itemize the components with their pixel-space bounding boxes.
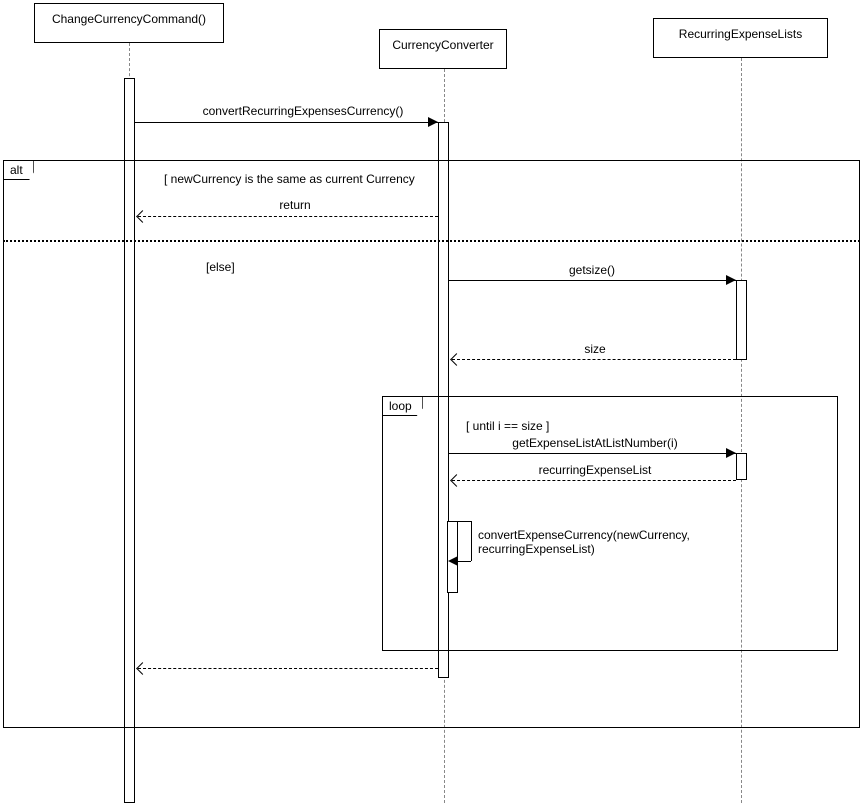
alt-guard-1: [ newCurrency is the same as current Cur… bbox=[164, 172, 415, 186]
msg-line-6 bbox=[452, 480, 736, 481]
participant-label: ChangeCurrencyCommand() bbox=[52, 12, 206, 26]
alt-guard-2: [else] bbox=[206, 260, 235, 274]
arrow-3 bbox=[726, 275, 736, 285]
participant-recurring-expense-lists: RecurringExpenseLists bbox=[653, 18, 828, 58]
self-line-top bbox=[449, 521, 471, 522]
msg-recurring-list: recurringExpenseList bbox=[535, 463, 655, 477]
self-line-bot bbox=[458, 561, 471, 562]
participant-change-currency-command: ChangeCurrencyCommand() bbox=[34, 3, 224, 43]
participant-label: CurrencyConverter bbox=[392, 38, 493, 52]
participant-label: RecurringExpenseLists bbox=[679, 27, 802, 41]
msg-line-final bbox=[138, 668, 438, 669]
msg-line-2 bbox=[138, 216, 438, 217]
msg-convert-recurring: convertRecurringExpensesCurrency() bbox=[178, 104, 428, 118]
alt-fragment-label: alt bbox=[4, 161, 34, 180]
msg-line-1 bbox=[135, 122, 438, 123]
loop-fragment-label: loop bbox=[383, 397, 423, 416]
participant-currency-converter: CurrencyConverter bbox=[379, 29, 507, 69]
msg-convert-expense: convertExpenseCurrency(newCurrency, recu… bbox=[478, 528, 788, 556]
sequence-diagram: ChangeCurrencyCommand() CurrencyConverte… bbox=[0, 0, 863, 811]
msg-getsize: getsize() bbox=[562, 263, 622, 277]
msg-return: return bbox=[265, 198, 325, 212]
loop-guard: [ until i == size ] bbox=[466, 419, 549, 433]
self-line-vert bbox=[471, 521, 472, 561]
msg-line-5 bbox=[449, 453, 736, 454]
arrow-5 bbox=[726, 448, 736, 458]
msg-line-4 bbox=[452, 359, 736, 360]
msg-size: size bbox=[580, 342, 610, 356]
msg-get-list: getExpenseListAtListNumber(i) bbox=[505, 436, 685, 450]
arrow-1 bbox=[428, 117, 438, 127]
arrow-7 bbox=[448, 556, 458, 566]
msg-line-3 bbox=[449, 280, 736, 281]
loop-fragment: loop bbox=[382, 396, 838, 651]
alt-divider bbox=[3, 240, 860, 242]
